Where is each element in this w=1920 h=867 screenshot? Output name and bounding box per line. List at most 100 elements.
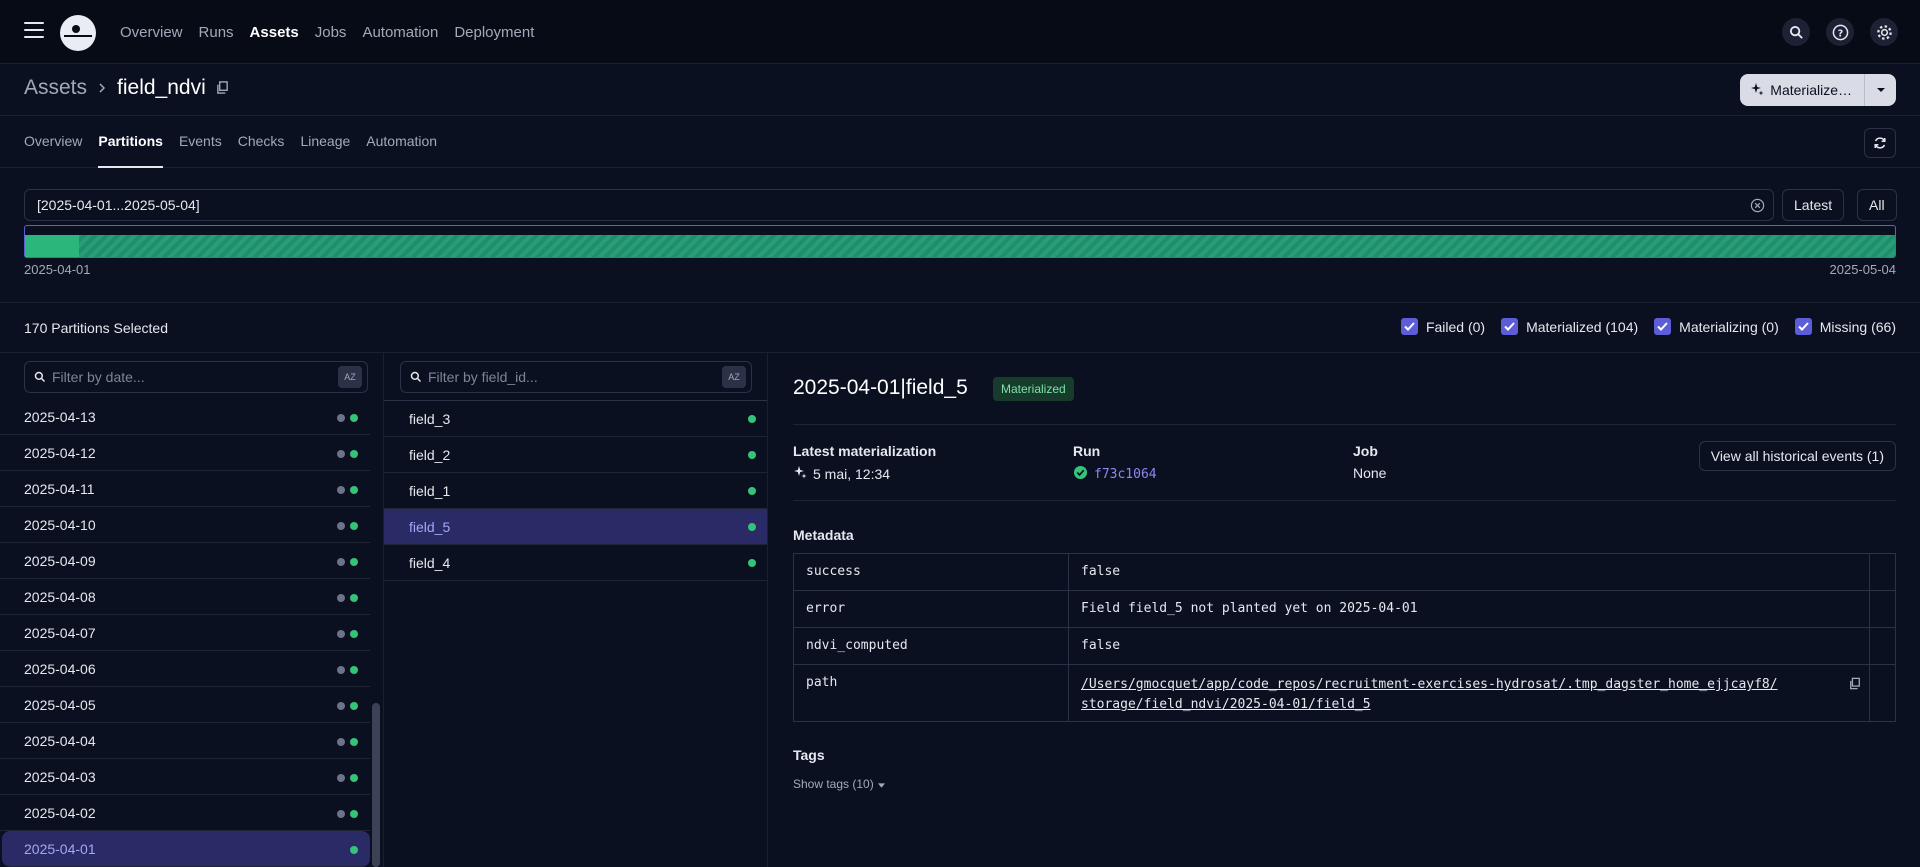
status-filter-failed[interactable]: Failed (0) <box>1400 318 1485 335</box>
date-partition-row[interactable]: 2025-04-09 <box>0 543 370 579</box>
field-partition-row[interactable]: field_1 <box>384 473 767 509</box>
partition-title: 2025-04-01|field_5 <box>793 376 968 399</box>
chevron-down-icon[interactable] <box>1864 74 1896 106</box>
search-icon <box>34 370 46 386</box>
partition-health-bar[interactable] <box>24 225 1896 258</box>
copy-icon[interactable] <box>1849 677 1861 694</box>
date-partition-row[interactable]: 2025-04-02 <box>0 795 370 831</box>
date-partition-label: 2025-04-02 <box>24 804 96 821</box>
field-partition-label: field_1 <box>409 482 451 499</box>
date-partition-column: Filter by date... AZ 2025-04-13 2025-04-1… <box>0 353 384 867</box>
materialize-button[interactable]: Materialize… <box>1740 74 1864 106</box>
field-partition-row[interactable]: field_3 <box>384 401 767 437</box>
date-filter-input[interactable]: Filter by date... AZ <box>24 361 368 393</box>
dagster-logo[interactable] <box>60 15 96 51</box>
date-partition-row[interactable]: 2025-04-11 <box>0 471 370 507</box>
scrollbar[interactable] <box>372 703 380 867</box>
range-value: [2025-04-01...2025-05-04] <box>37 197 200 213</box>
run-id-link[interactable]: f73c1064 <box>1094 467 1157 482</box>
field-partition-row[interactable]: field_4 <box>384 545 767 581</box>
materialized-status-dot <box>748 559 756 567</box>
metadata-value: /Users/gmocquet/app/code_repos/recruitme… <box>1068 664 1870 722</box>
tab-checks[interactable]: Checks <box>238 116 285 168</box>
nav-automation[interactable]: Automation <box>362 24 438 41</box>
help-icon[interactable]: ? <box>1826 18 1854 46</box>
sort-az-button[interactable]: AZ <box>722 366 746 388</box>
missing-status-dot <box>337 522 345 530</box>
metadata-key: path <box>793 664 1069 722</box>
date-partition-row[interactable]: 2025-04-10 <box>0 507 370 543</box>
missing-status-dot <box>337 594 345 602</box>
partition-range-input[interactable]: [2025-04-01...2025-05-04] <box>24 189 1774 221</box>
caret-down-icon <box>877 777 885 791</box>
partition-detail: 2025-04-01|field_5 Materialized Latest m… <box>768 353 1920 867</box>
metadata-row: success false <box>793 553 1896 591</box>
tab-partitions[interactable]: Partitions <box>98 116 163 168</box>
date-partition-row[interactable]: 2025-04-05 <box>0 687 370 723</box>
date-partition-label: 2025-04-10 <box>24 516 96 533</box>
field-partition-label: field_2 <box>409 446 451 463</box>
nav-runs[interactable]: Runs <box>199 24 234 41</box>
latest-button[interactable]: Latest <box>1782 189 1845 221</box>
settings-icon[interactable] <box>1870 18 1898 46</box>
field-partition-column: Filter by field_id... AZ field_3 field_2f… <box>384 353 768 867</box>
menu-icon[interactable] <box>24 22 44 38</box>
all-button[interactable]: All <box>1857 189 1897 221</box>
nav-overview[interactable]: Overview <box>120 24 183 41</box>
latest-materialization-time[interactable]: 5 mai, 12:34 <box>813 466 890 482</box>
status-filter-materialized[interactable]: Materialized (104) <box>1501 318 1638 335</box>
partition-bar-materialized <box>25 235 1895 257</box>
show-tags-toggle[interactable]: Show tags (10) <box>793 777 885 791</box>
nav-assets[interactable]: Assets <box>250 24 299 41</box>
status-filter-missing[interactable]: Missing (66) <box>1794 318 1896 335</box>
tab-lineage[interactable]: Lineage <box>300 116 350 168</box>
status-label: Materialized (104) <box>1526 318 1639 335</box>
field-partition-row[interactable]: field_2 <box>384 437 767 473</box>
tab-events[interactable]: Events <box>179 116 222 168</box>
view-historical-events-button[interactable]: View all historical events (1) <box>1698 441 1896 471</box>
breadcrumb-assets[interactable]: Assets <box>24 76 87 100</box>
sort-az-button[interactable]: AZ <box>338 366 362 388</box>
metadata-row: path /Users/gmocquet/app/code_repos/recr… <box>793 664 1896 722</box>
date-partition-row[interactable]: 2025-04-07 <box>0 615 370 651</box>
path-link[interactable]: /Users/gmocquet/app/code_repos/recruitme… <box>1081 675 1841 715</box>
nav-deployment[interactable]: Deployment <box>454 24 534 41</box>
status-filters: Failed (0) Materialized (104) Materializ… <box>1400 318 1896 335</box>
partition-status-dots <box>337 810 358 818</box>
partitions-selected-count: 170 Partitions Selected <box>24 320 168 336</box>
tab-automation[interactable]: Automation <box>366 116 437 168</box>
nav-links: Overview Runs Assets Jobs Automation Dep… <box>120 0 534 64</box>
chevron-right-icon <box>97 76 107 100</box>
page-title: field_ndvi <box>117 76 206 99</box>
sparkle-icon <box>1750 82 1764 99</box>
checkbox-icon <box>1501 318 1519 335</box>
copy-icon[interactable] <box>216 76 229 100</box>
search-icon[interactable] <box>1782 18 1810 46</box>
date-partition-row[interactable]: 2025-04-06 <box>0 651 370 687</box>
date-partition-row[interactable]: 2025-04-03 <box>0 759 370 795</box>
date-partition-label: 2025-04-12 <box>24 444 96 461</box>
metadata-row: ndvi_computed false <box>793 627 1896 665</box>
date-partition-row[interactable]: 2025-04-13 <box>0 399 370 435</box>
status-label: Missing (66) <box>1819 318 1896 335</box>
date-partition-row[interactable]: 2025-04-12 <box>0 435 370 471</box>
date-partition-row[interactable]: 2025-04-01 <box>2 831 370 867</box>
path-line-1: /Users/gmocquet/app/code_repos/recruitme… <box>1081 677 1778 692</box>
field-filter-input[interactable]: Filter by field_id... AZ <box>400 361 752 393</box>
refresh-icon[interactable] <box>1864 128 1896 158</box>
partition-status-dots <box>337 450 358 458</box>
materialized-status-dot <box>350 774 358 782</box>
date-partition-row[interactable]: 2025-04-08 <box>0 579 370 615</box>
status-filter-materializing[interactable]: Materializing (0) <box>1654 318 1779 335</box>
job-value: None <box>1353 465 1387 481</box>
nav-jobs[interactable]: Jobs <box>315 24 347 41</box>
clear-icon[interactable] <box>1750 198 1765 216</box>
materialized-status-dot <box>748 415 756 423</box>
date-partition-row[interactable]: 2025-04-04 <box>0 723 370 759</box>
missing-status-dot <box>337 486 345 494</box>
metadata-label: Metadata <box>793 527 854 543</box>
date-partition-label: 2025-04-11 <box>24 480 95 497</box>
field-partition-row[interactable]: field_5 <box>384 509 767 545</box>
date-filter-placeholder: Filter by date... <box>52 369 145 385</box>
tab-overview[interactable]: Overview <box>24 116 82 168</box>
